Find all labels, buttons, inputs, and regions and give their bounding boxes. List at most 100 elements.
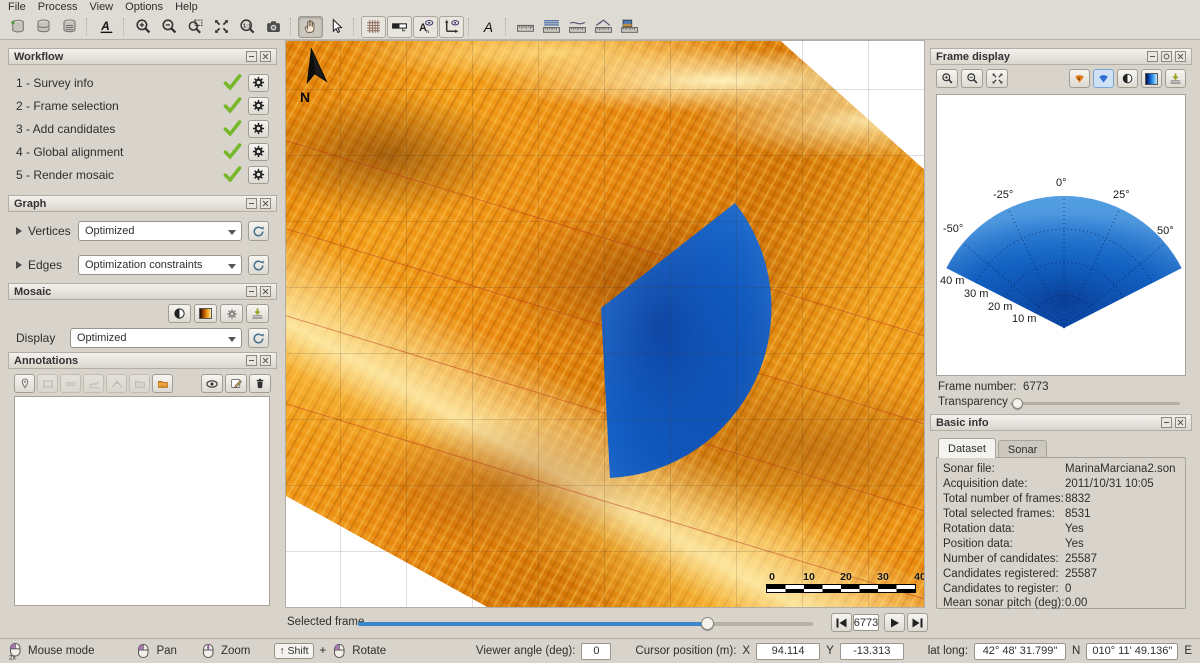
menu-help[interactable]: Help [175,1,198,13]
add-rectangle-icon[interactable] [37,374,58,393]
profile-ruler-icon[interactable] [565,16,590,38]
protractor-ruler-icon[interactable] [591,16,616,38]
zoom-in-icon[interactable] [131,16,156,38]
fd-contrast-icon[interactable] [1117,69,1138,88]
font-icon[interactable]: A [94,16,119,38]
menu-process[interactable]: Process [38,1,78,13]
blue-colormap-icon[interactable] [1141,69,1162,88]
workflow-step-global-alignment[interactable]: 4 - Global alignment [8,140,277,163]
close-icon[interactable] [260,198,271,209]
scalebar-ruler-icon[interactable] [513,16,538,38]
mosaic-canvas[interactable]: N 0 10 20 30 40 [285,40,925,608]
dataset-properties-icon[interactable] [57,16,82,38]
gear-icon[interactable] [248,120,269,138]
play-icon[interactable] [884,613,905,632]
display-select[interactable]: Optimized [70,328,242,348]
first-frame-icon[interactable] [831,613,852,632]
image-ruler-icon[interactable] [617,16,642,38]
pan-tool-icon[interactable] [298,16,323,38]
layers-ruler-icon[interactable] [539,16,564,38]
add-profile-icon[interactable] [83,374,104,393]
new-dataset-icon[interactable] [5,16,30,38]
frame-view[interactable]: -50° -25° 0° 25° 50° 40 m 30 m 20 m 10 m [936,94,1186,376]
collapse-icon[interactable] [246,51,257,62]
show-annotations-icon[interactable] [201,374,223,393]
frame-slider[interactable] [358,622,813,626]
toolbar-separator [123,18,127,36]
last-frame-icon[interactable] [907,613,928,632]
contrast-icon[interactable] [168,304,191,323]
edit-annotation-icon[interactable] [225,374,247,393]
zoom-region-icon[interactable] [183,16,208,38]
mosaic-settings-icon[interactable] [220,304,243,323]
snapshot-icon[interactable] [261,16,286,38]
gear-icon[interactable] [248,74,269,92]
collapse-icon[interactable] [246,355,257,366]
zoom-actual-icon[interactable]: 1:1 [235,16,260,38]
tab-sonar[interactable]: Sonar [998,440,1047,458]
tab-dataset[interactable]: Dataset [938,438,996,458]
cursor-x-field[interactable]: 94.114 [756,643,820,660]
close-icon[interactable] [260,355,271,366]
gear-icon[interactable] [248,97,269,115]
cursor-y-field[interactable]: -13.313 [840,643,904,660]
refresh-display-button[interactable] [248,328,269,348]
colorbar-toggle-icon[interactable] [387,16,412,38]
raw-frame-icon[interactable]: a [1069,69,1090,88]
collapse-icon[interactable] [246,198,257,209]
vertices-expander-icon[interactable] [16,227,22,235]
viewer-angle-input[interactable]: 0 [581,643,611,660]
fd-zoom-out-icon[interactable] [961,69,983,88]
open-dataset-icon[interactable] [31,16,56,38]
fd-zoom-in-icon[interactable] [936,69,958,88]
frame-number-input[interactable]: 6773 [853,614,879,631]
load-annotations-icon[interactable] [152,374,173,393]
menu-view[interactable]: View [89,1,113,13]
close-icon[interactable] [1175,417,1186,428]
select-tool-icon[interactable] [324,16,349,38]
transparency-slider-handle[interactable] [1012,398,1023,409]
close-icon[interactable] [260,286,271,297]
delete-annotation-icon[interactable] [249,374,271,393]
processed-frame-icon[interactable] [1093,69,1114,88]
zoom-mouse-icon [201,643,215,659]
compass-visibility-icon[interactable]: AN [413,16,438,38]
workflow-step-survey-info[interactable]: 1 - Survey info [8,71,277,94]
refresh-edges-button[interactable] [248,255,269,275]
close-icon[interactable] [260,51,271,62]
export-frame-icon[interactable] [1165,69,1186,88]
add-marker-icon[interactable] [14,374,35,393]
latitude-field[interactable]: 42° 48' 31.799" [974,643,1066,660]
fd-zoom-fit-icon[interactable] [986,69,1008,88]
detach-icon[interactable] [1161,51,1172,62]
annotation-text-icon[interactable]: A [476,16,501,38]
edges-select[interactable]: Optimization constraints [78,255,242,275]
transparency-slider[interactable] [1010,402,1180,405]
menu-options[interactable]: Options [125,1,163,13]
longitude-field[interactable]: 010° 11' 49.136" [1086,643,1178,660]
vertices-select[interactable]: Optimized [78,221,242,241]
add-angle-icon[interactable] [106,374,127,393]
collapse-icon[interactable] [1161,417,1172,428]
frame-slider-handle[interactable] [701,617,714,630]
workflow-step-frame-selection[interactable]: 2 - Frame selection [8,94,277,117]
collapse-icon[interactable] [246,286,257,297]
gear-icon[interactable] [248,143,269,161]
close-icon[interactable] [1175,51,1186,62]
menu-file[interactable]: File [8,1,26,13]
workflow-step-add-candidates[interactable]: 3 - Add candidates [8,117,277,140]
orange-colormap-icon[interactable] [194,304,217,323]
edges-expander-icon[interactable] [16,261,22,269]
export-mosaic-icon[interactable] [246,304,269,323]
workflow-step-render-mosaic[interactable]: 5 - Render mosaic [8,163,277,186]
folder-icon[interactable] [129,374,150,393]
grid-toggle-icon[interactable] [361,16,386,38]
add-ruler-icon[interactable] [60,374,81,393]
annotations-list[interactable] [14,396,270,606]
refresh-vertices-button[interactable] [248,221,269,241]
gear-icon[interactable] [248,166,269,184]
zoom-out-icon[interactable] [157,16,182,38]
collapse-icon[interactable] [1147,51,1158,62]
zoom-fit-icon[interactable] [209,16,234,38]
axes-visibility-icon[interactable] [439,16,464,38]
